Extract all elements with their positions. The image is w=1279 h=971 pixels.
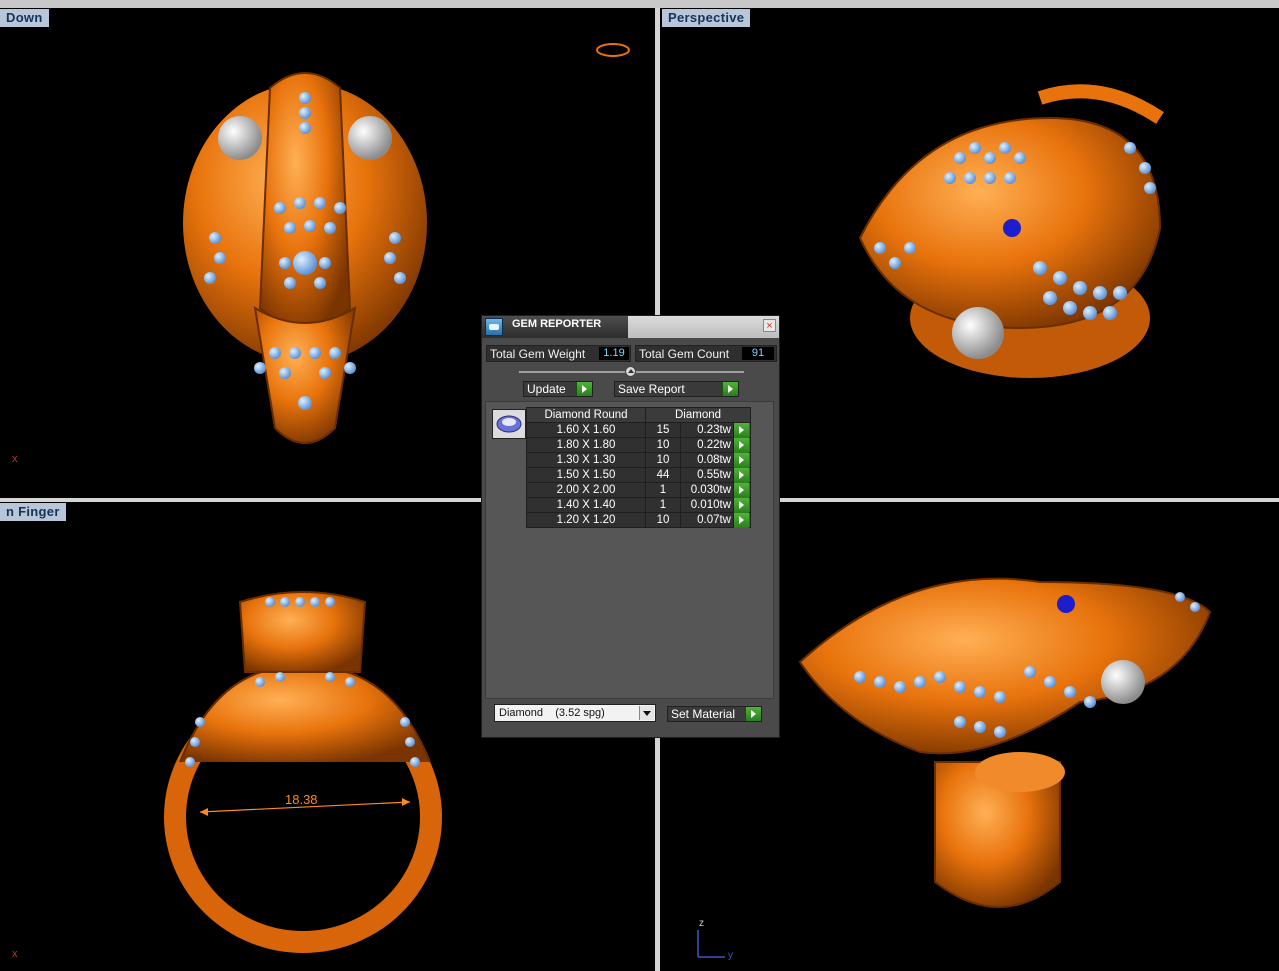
- total-gem-count-label: Total Gem Count: [639, 347, 730, 361]
- axis-x-label: x: [12, 453, 18, 465]
- gem-weight: 0.030tw: [680, 482, 734, 498]
- axis-x-label: x: [12, 948, 18, 960]
- select-row-button[interactable]: [733, 437, 751, 453]
- gem-weight: 0.55tw: [680, 467, 734, 483]
- top-edge: [0, 0, 1279, 8]
- total-gem-count: Total Gem Count 91: [635, 345, 777, 362]
- gem-weight: 0.23tw: [680, 422, 734, 438]
- gem-count: 10: [645, 437, 681, 453]
- total-gem-count-value: 91: [742, 347, 774, 360]
- play-arrow-icon: [734, 453, 749, 468]
- play-arrow-icon: [745, 707, 761, 721]
- dialog-title: GEM REPORTER: [512, 318, 602, 330]
- play-arrow-icon: [734, 498, 749, 513]
- table-row[interactable]: 1.50 X 1.50 44 0.55tw: [526, 467, 751, 483]
- play-arrow-icon: [722, 382, 738, 396]
- gem-table: Diamond Round Diamond 1.60 X 1.60 15 0.2…: [526, 407, 751, 528]
- select-row-button[interactable]: [733, 497, 751, 513]
- total-gem-weight-value: 1.19: [599, 347, 629, 360]
- play-arrow-icon: [734, 423, 749, 438]
- collapse-toggle[interactable]: [625, 366, 636, 377]
- gem-count: 1: [645, 497, 681, 513]
- select-row-button[interactable]: [733, 482, 751, 498]
- gem-weight: 0.22tw: [680, 437, 734, 453]
- update-button-label: Update: [527, 382, 566, 396]
- gem-reporter-dialog: GEM REPORTER × Total Gem Weight 1.19 Tot…: [481, 315, 780, 738]
- table-row[interactable]: 1.80 X 1.80 10 0.22tw: [526, 437, 751, 453]
- select-row-button[interactable]: [733, 452, 751, 468]
- select-row-button[interactable]: [733, 422, 751, 438]
- table-row[interactable]: 1.30 X 1.30 10 0.08tw: [526, 452, 751, 468]
- gem-reporter-icon: [485, 318, 503, 336]
- axis-z-label: z: [699, 918, 704, 929]
- gem-size: 1.80 X 1.80: [526, 437, 646, 453]
- round-diamond-icon[interactable]: [492, 409, 526, 439]
- gem-weight: 0.07tw: [680, 512, 734, 528]
- gem-count: 44: [645, 467, 681, 483]
- gem-weight: 0.08tw: [680, 452, 734, 468]
- gem-count: 15: [645, 422, 681, 438]
- gem-count: 1: [645, 482, 681, 498]
- gem-size: 1.60 X 1.60: [526, 422, 646, 438]
- gem-size: 1.40 X 1.40: [526, 497, 646, 513]
- ring-size-dimension: 18.38: [285, 792, 318, 807]
- table-row[interactable]: 1.20 X 1.20 10 0.07tw: [526, 512, 751, 528]
- table-row[interactable]: 1.60 X 1.60 15 0.23tw: [526, 422, 751, 438]
- chevron-down-icon[interactable]: [639, 706, 654, 720]
- total-gem-weight: Total Gem Weight 1.19: [486, 345, 631, 362]
- close-button[interactable]: ×: [763, 319, 776, 332]
- table-row[interactable]: 2.00 X 2.00 1 0.030tw: [526, 482, 751, 498]
- header-shape: Diamond Round: [526, 407, 646, 423]
- gem-size: 1.50 X 1.50: [526, 467, 646, 483]
- play-arrow-icon: [734, 438, 749, 453]
- material-select[interactable]: Diamond (3.52 spg): [494, 704, 656, 722]
- gem-weight: 0.010tw: [680, 497, 734, 513]
- play-arrow-icon: [576, 382, 592, 396]
- select-row-button[interactable]: [733, 512, 751, 528]
- play-arrow-icon: [734, 483, 749, 498]
- total-gem-weight-label: Total Gem Weight: [490, 347, 586, 361]
- save-report-button[interactable]: Save Report: [614, 381, 739, 397]
- update-button[interactable]: Update: [523, 381, 593, 397]
- header-material: Diamond: [645, 407, 751, 423]
- axis-y-label: y: [728, 950, 733, 961]
- select-row-button[interactable]: [733, 467, 751, 483]
- gem-count: 10: [645, 512, 681, 528]
- play-arrow-icon: [734, 468, 749, 483]
- set-material-button-label: Set Material: [671, 707, 736, 721]
- set-material-button[interactable]: Set Material: [667, 706, 762, 722]
- play-arrow-icon: [734, 513, 749, 528]
- gem-size: 2.00 X 2.00: [526, 482, 646, 498]
- dialog-titlebar[interactable]: GEM REPORTER ×: [482, 316, 779, 338]
- gem-table-header: Diamond Round Diamond: [526, 407, 751, 423]
- gem-size: 1.20 X 1.20: [526, 512, 646, 528]
- gem-count: 10: [645, 452, 681, 468]
- gem-size: 1.30 X 1.30: [526, 452, 646, 468]
- table-row[interactable]: 1.40 X 1.40 1 0.010tw: [526, 497, 751, 513]
- material-select-value: Diamond (3.52 spg): [499, 707, 605, 719]
- save-report-button-label: Save Report: [618, 382, 685, 396]
